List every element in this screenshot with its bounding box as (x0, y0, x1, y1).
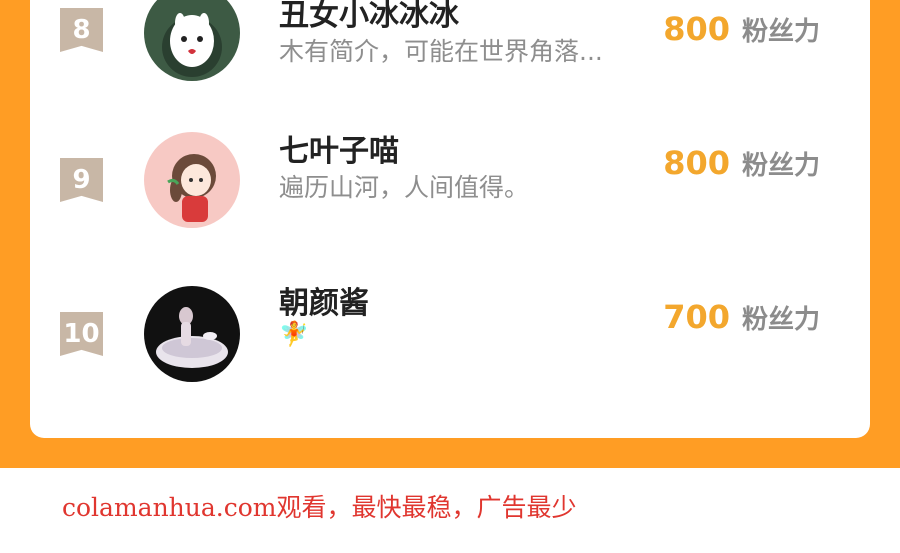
score-value: 700 (663, 298, 730, 336)
fan-power-score: 800 粉丝力 (663, 10, 820, 48)
fan-power-score: 700 粉丝力 (663, 298, 820, 336)
user-bio: 🧚 (279, 320, 309, 348)
user-avatar[interactable] (144, 0, 240, 81)
score-unit-label: 粉丝力 (741, 17, 820, 47)
leaderboard-row[interactable]: 9 七叶子喵 遍历山河，人间值得。 800 粉丝力 (30, 130, 870, 240)
white-cat-avatar-icon (144, 0, 240, 81)
leaderboard-card: 8 丑女小冰冰冰 木有简介，可能在世界角落... 800 粉丝力 9 七叶子喵 … (30, 0, 870, 438)
user-name[interactable]: 七叶子喵 (279, 126, 399, 170)
fan-power-score: 800 粉丝力 (663, 144, 820, 182)
figure-in-bowl-avatar-icon (144, 286, 240, 382)
leaderboard-row[interactable]: 10 朝颜酱 🧚 700 粉丝力 (30, 282, 870, 392)
user-avatar[interactable] (144, 132, 240, 228)
promo-watermark-text: colamanhua.com观看，最快最稳，广告最少 (62, 493, 577, 522)
chibi-girl-avatar-icon (144, 132, 240, 228)
rank-badge: 9 (60, 158, 103, 202)
rank-badge: 10 (60, 312, 103, 356)
user-avatar[interactable] (144, 286, 240, 382)
leaderboard-row[interactable]: 8 丑女小冰冰冰 木有简介，可能在世界角落... 800 粉丝力 (30, 0, 870, 88)
score-value: 800 (663, 144, 730, 182)
score-unit-label: 粉丝力 (741, 151, 820, 181)
score-unit-label: 粉丝力 (741, 305, 820, 335)
user-bio: 遍历山河，人间值得。 (279, 173, 530, 202)
score-value: 800 (663, 10, 730, 48)
rank-badge: 8 (60, 8, 103, 52)
user-bio: 木有简介，可能在世界角落... (279, 37, 603, 66)
user-name[interactable]: 朝颜酱 (279, 278, 369, 322)
user-name[interactable]: 丑女小冰冰冰 (279, 0, 459, 34)
